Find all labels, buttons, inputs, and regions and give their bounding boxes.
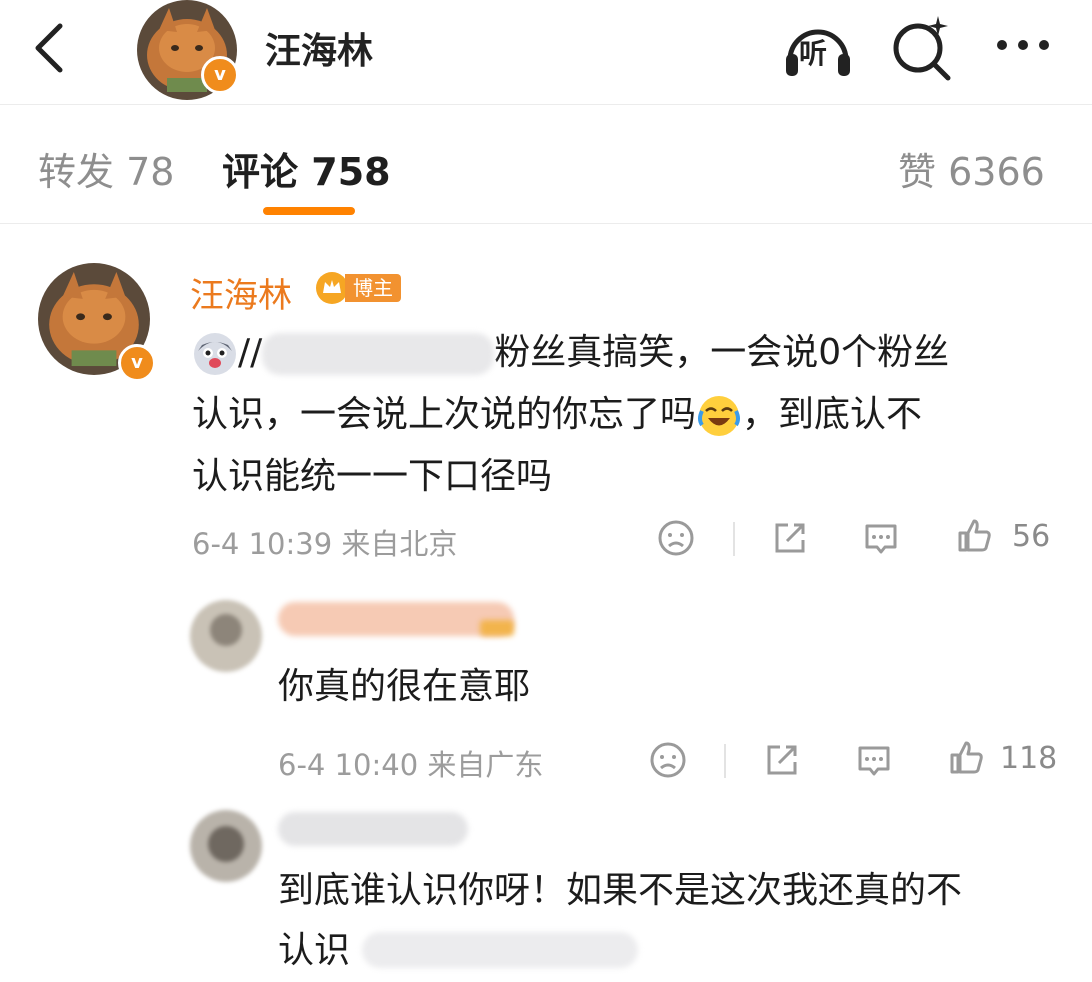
host-badge-label: 博主 xyxy=(345,274,401,302)
listen-button[interactable]: 听 xyxy=(782,14,854,86)
crown-icon xyxy=(316,272,348,304)
comment-line-3: 认识能统一一下口径吗 xyxy=(192,456,553,497)
redacted-username xyxy=(278,812,468,846)
tab-comment-label: 评论 xyxy=(222,150,299,194)
redacted-user-badge xyxy=(480,620,514,636)
reply-avatar[interactable] xyxy=(190,600,262,672)
comment-icon xyxy=(858,746,890,776)
tab-like-count: 6366 xyxy=(948,150,1045,194)
tab-comment[interactable]: 评论 758 xyxy=(222,141,391,196)
share-button[interactable] xyxy=(770,518,810,558)
like-count: 118 xyxy=(1000,740,1058,776)
share-icon xyxy=(767,745,797,775)
more-button[interactable] xyxy=(990,12,1062,84)
dislike-button[interactable] xyxy=(648,740,688,780)
redacted-mention xyxy=(262,333,495,375)
comment-line-1: // 粉丝真搞笑，一会说0个粉丝 xyxy=(192,322,949,384)
laugh-cry-emoji-icon xyxy=(698,396,741,436)
reply-button[interactable] xyxy=(861,518,901,558)
active-tab-indicator xyxy=(263,207,355,215)
verified-badge-icon: v xyxy=(118,344,156,382)
tab-repost[interactable]: 转发 78 xyxy=(38,141,174,196)
husky-emoji-icon xyxy=(194,333,236,375)
dislike-button[interactable] xyxy=(656,518,696,558)
comment-line-1-prefix: // xyxy=(238,332,263,373)
tab-comment-count: 758 xyxy=(311,150,391,194)
host-badge: 博主 xyxy=(315,271,401,305)
more-icon xyxy=(997,40,1049,50)
comment-line-2-text: 认识，一会说上次说的你忘了吗 xyxy=(192,394,697,435)
reply-avatar[interactable] xyxy=(190,810,262,882)
comment-line-2-after: ，到底认不 xyxy=(742,394,923,435)
tab-like[interactable]: 赞 6366 xyxy=(898,141,1045,196)
like-button[interactable]: 118 xyxy=(946,738,1057,778)
action-divider xyxy=(724,744,726,778)
comment-icon xyxy=(865,524,897,554)
chevron-left-icon xyxy=(35,23,63,73)
reply-time: 6-4 10:40 xyxy=(278,748,419,782)
comment-time: 6-4 10:39 xyxy=(192,527,333,561)
redacted-content xyxy=(362,932,638,968)
share-icon xyxy=(775,523,805,553)
share-button[interactable] xyxy=(762,740,802,780)
redacted-username xyxy=(278,602,514,636)
back-button[interactable] xyxy=(28,20,72,76)
listen-label: 听 xyxy=(799,37,828,70)
comment-location: 来自北京 xyxy=(341,527,458,561)
reply-meta: 6-4 10:40 来自广东 xyxy=(278,742,543,784)
search-button[interactable] xyxy=(886,12,958,84)
tab-repost-count: 78 xyxy=(126,150,175,194)
tab-repost-label: 转发 xyxy=(38,150,115,194)
thumbs-up-icon xyxy=(950,741,983,774)
action-divider xyxy=(733,522,735,556)
like-count: 56 xyxy=(1012,518,1051,554)
page-title: 汪海林 xyxy=(265,31,374,72)
thumbs-up-icon xyxy=(958,519,991,552)
reply-text-line-2: 认识 xyxy=(278,930,351,971)
frown-face-icon xyxy=(650,742,686,778)
tab-like-label: 赞 xyxy=(898,150,937,194)
comment-line-2: 认识，一会说上次说的你忘了吗 ，到底认不 xyxy=(192,384,922,446)
reply-location: 来自广东 xyxy=(427,748,544,782)
comment-line-1-text: 粉丝真搞笑，一会说0个粉丝 xyxy=(494,332,950,373)
comment-meta: 6-4 10:39 来自北京 xyxy=(192,521,457,563)
frown-face-icon xyxy=(658,520,694,556)
comment-author[interactable]: 汪海林 xyxy=(190,268,292,317)
reply-button[interactable] xyxy=(854,740,894,780)
search-icon xyxy=(893,16,951,81)
verified-badge-icon: v xyxy=(201,56,239,94)
reply-text: 你真的很在意耶 xyxy=(278,666,531,707)
like-button[interactable]: 56 xyxy=(954,516,1050,556)
reply-text-line-1: 到底谁认识你呀！如果不是这次我还真的不 xyxy=(278,870,963,911)
